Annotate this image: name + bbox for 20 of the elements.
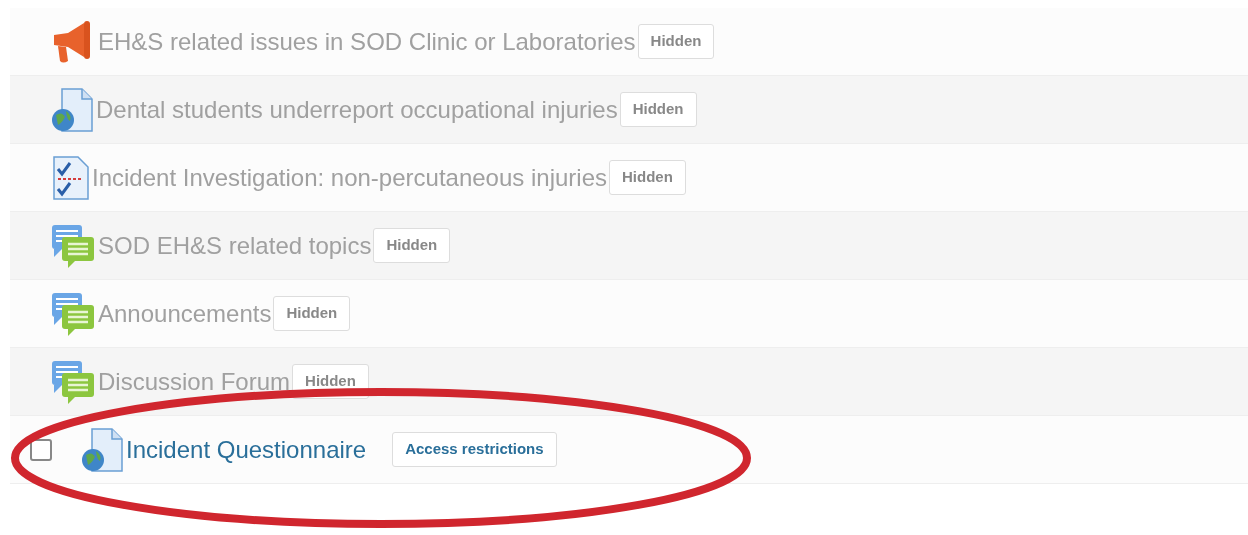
status-badge: Hidden bbox=[273, 296, 351, 331]
status-badge: Hidden bbox=[373, 228, 451, 263]
activity-link[interactable]: Dental students underreport occupational injuries bbox=[96, 91, 618, 128]
document-globe-icon bbox=[50, 86, 94, 133]
checklist-icon bbox=[50, 154, 90, 201]
activity-link[interactable]: Discussion Forum bbox=[98, 363, 291, 400]
status-badge: Hidden bbox=[609, 160, 686, 195]
activity-link[interactable]: Incident Questionnaire bbox=[126, 431, 367, 468]
status-badge: Access restrictions bbox=[392, 432, 557, 467]
chat-bubbles-icon bbox=[50, 358, 96, 405]
status-badge: Hidden bbox=[637, 24, 715, 59]
chat-bubbles-icon bbox=[50, 290, 96, 337]
activity-link[interactable]: EH&S related issues in SOD Clinic or Laboratories bbox=[98, 23, 636, 60]
activity-link[interactable]: Announcements bbox=[98, 295, 272, 332]
activity-link[interactable]: SOD EH&S related topics bbox=[98, 227, 372, 264]
checkbox[interactable] bbox=[30, 438, 52, 461]
chat-bubbles-icon bbox=[50, 222, 96, 269]
status-badge: Hidden bbox=[619, 92, 697, 127]
activity-link[interactable]: Incident Investigation: non-percutaneous injuries bbox=[92, 159, 607, 196]
document-globe-icon bbox=[80, 426, 124, 473]
